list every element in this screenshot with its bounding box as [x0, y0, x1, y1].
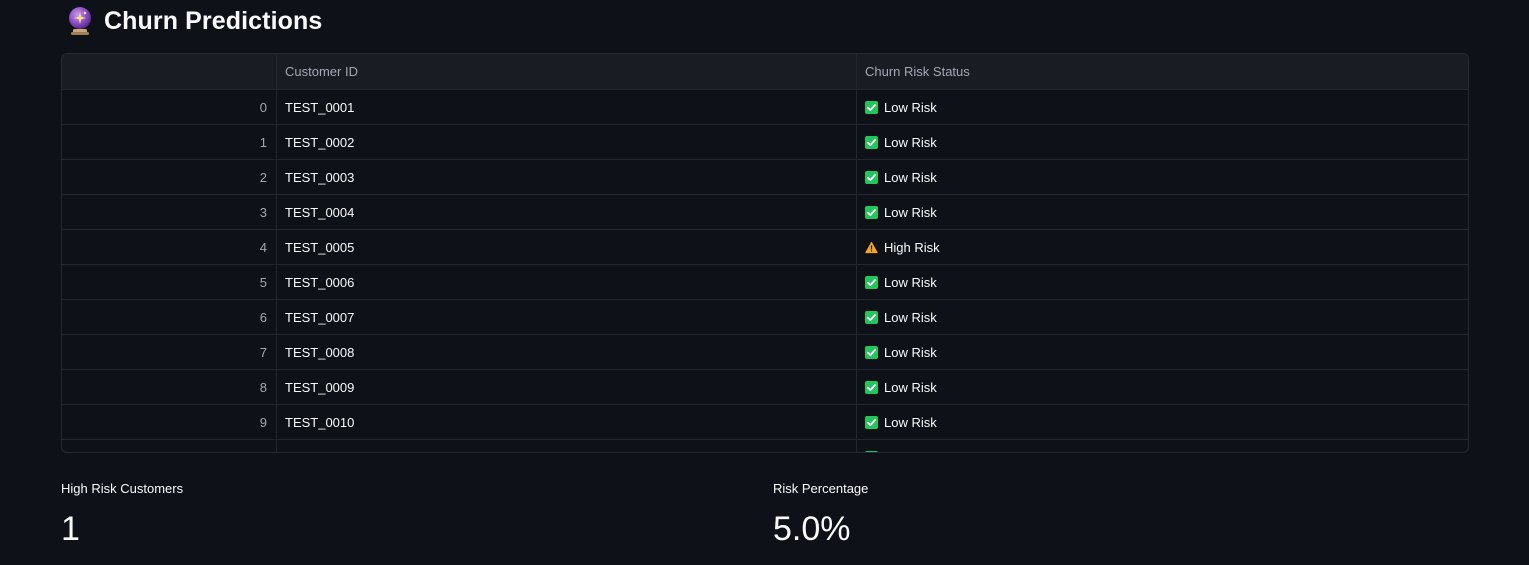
check-mark-icon	[865, 415, 878, 429]
churn-risk-status-cell[interactable]: Low Risk	[857, 195, 1468, 229]
check-mark-icon	[865, 450, 878, 452]
status-label: Low Risk	[884, 134, 937, 150]
row-index-cell[interactable]	[62, 440, 277, 452]
metric-label: High Risk Customers	[61, 481, 184, 496]
index-column-header[interactable]	[62, 54, 277, 89]
check-mark-icon	[865, 380, 878, 394]
warning-icon	[865, 241, 878, 254]
check-mark-icon	[865, 135, 878, 149]
row-index-cell[interactable]: 0	[62, 90, 277, 124]
status-label: Low Risk	[884, 274, 937, 290]
table-row[interactable]	[62, 440, 1468, 452]
row-index-cell[interactable]: 9	[62, 405, 277, 439]
customer-id-cell[interactable]: TEST_0010	[277, 405, 857, 439]
check-mark-icon	[865, 170, 878, 184]
churn-risk-status-cell[interactable]: Low Risk	[857, 160, 1468, 194]
status-label: Low Risk	[884, 344, 937, 360]
churn-risk-status-cell[interactable]: Low Risk	[857, 265, 1468, 299]
churn-risk-status-cell[interactable]: Low Risk	[857, 125, 1468, 159]
row-index-cell[interactable]: 4	[62, 230, 277, 264]
table-header-row: Customer ID Churn Risk Status	[62, 54, 1468, 90]
status-label: Low Risk	[884, 99, 937, 115]
customer-id-cell[interactable]: TEST_0007	[277, 300, 857, 334]
table-row[interactable]: 1 TEST_0002 Low Risk	[62, 125, 1468, 160]
metric-label: Risk Percentage	[773, 481, 869, 496]
predictions-table[interactable]: Customer ID Churn Risk Status 0 TEST_0001…	[61, 53, 1469, 453]
status-label: Low Risk	[884, 169, 937, 185]
churn-risk-status-cell[interactable]: Low Risk	[857, 335, 1468, 369]
churn-risk-status-cell[interactable]: Low Risk	[857, 300, 1468, 334]
table-row[interactable]: 0 TEST_0001 Low Risk	[62, 90, 1468, 125]
customer-id-cell[interactable]: TEST_0006	[277, 265, 857, 299]
row-index-cell[interactable]: 8	[62, 370, 277, 404]
customer-id-cell[interactable]: TEST_0009	[277, 370, 857, 404]
row-index-cell[interactable]: 6	[62, 300, 277, 334]
customer-id-cell[interactable]: TEST_0001	[277, 90, 857, 124]
risk-percentage-metric: Risk Percentage 5.0%	[773, 480, 868, 548]
check-mark-icon	[865, 275, 878, 289]
table-row[interactable]: 8 TEST_0009 Low Risk	[62, 370, 1468, 405]
row-index-cell[interactable]: 5	[62, 265, 277, 299]
churn-risk-status-cell[interactable]	[857, 440, 1468, 452]
app-page: Churn Predictions Customer ID Churn Risk…	[0, 0, 1529, 565]
table-row[interactable]: 3 TEST_0004 Low Risk	[62, 195, 1468, 230]
row-index-cell[interactable]: 3	[62, 195, 277, 229]
status-label: Low Risk	[884, 379, 937, 395]
check-mark-icon	[865, 100, 878, 114]
customer-id-column-header[interactable]: Customer ID	[277, 54, 857, 89]
table-row[interactable]: 5 TEST_0006 Low Risk	[62, 265, 1468, 300]
page-title: Churn Predictions	[104, 6, 323, 35]
metric-value: 1	[61, 510, 80, 548]
status-label: Low Risk	[884, 309, 937, 325]
customer-id-cell[interactable]: TEST_0005	[277, 230, 857, 264]
status-label: Low Risk	[884, 204, 937, 220]
status-label: Low Risk	[884, 414, 937, 430]
customer-id-cell[interactable]	[277, 440, 857, 452]
churn-risk-status-cell[interactable]: Low Risk	[857, 370, 1468, 404]
customer-id-cell[interactable]: TEST_0003	[277, 160, 857, 194]
high-risk-customers-metric: High Risk Customers 1	[61, 480, 183, 548]
row-index-cell[interactable]: 1	[62, 125, 277, 159]
table-row[interactable]: 2 TEST_0003 Low Risk	[62, 160, 1468, 195]
table-row[interactable]: 7 TEST_0008 Low Risk	[62, 335, 1468, 370]
check-mark-icon	[865, 205, 878, 219]
crystal-ball-icon	[66, 6, 94, 36]
churn-risk-status-cell[interactable]: Low Risk	[857, 405, 1468, 439]
churn-risk-status-cell[interactable]: High Risk	[857, 230, 1468, 264]
status-label: High Risk	[884, 239, 940, 255]
row-index-cell[interactable]: 7	[62, 335, 277, 369]
customer-id-cell[interactable]: TEST_0002	[277, 125, 857, 159]
churn-risk-status-cell[interactable]: Low Risk	[857, 90, 1468, 124]
table-row[interactable]: 6 TEST_0007 Low Risk	[62, 300, 1468, 335]
page-header: Churn Predictions	[66, 4, 322, 38]
table-row[interactable]: 4 TEST_0005 High Risk	[62, 230, 1468, 265]
churn-risk-status-column-header[interactable]: Churn Risk Status	[857, 54, 1468, 89]
table-row[interactable]: 9 TEST_0010 Low Risk	[62, 405, 1468, 440]
check-mark-icon	[865, 345, 878, 359]
check-mark-icon	[865, 310, 878, 324]
metric-value: 5.0%	[773, 510, 851, 548]
customer-id-cell[interactable]: TEST_0004	[277, 195, 857, 229]
row-index-cell[interactable]: 2	[62, 160, 277, 194]
customer-id-cell[interactable]: TEST_0008	[277, 335, 857, 369]
